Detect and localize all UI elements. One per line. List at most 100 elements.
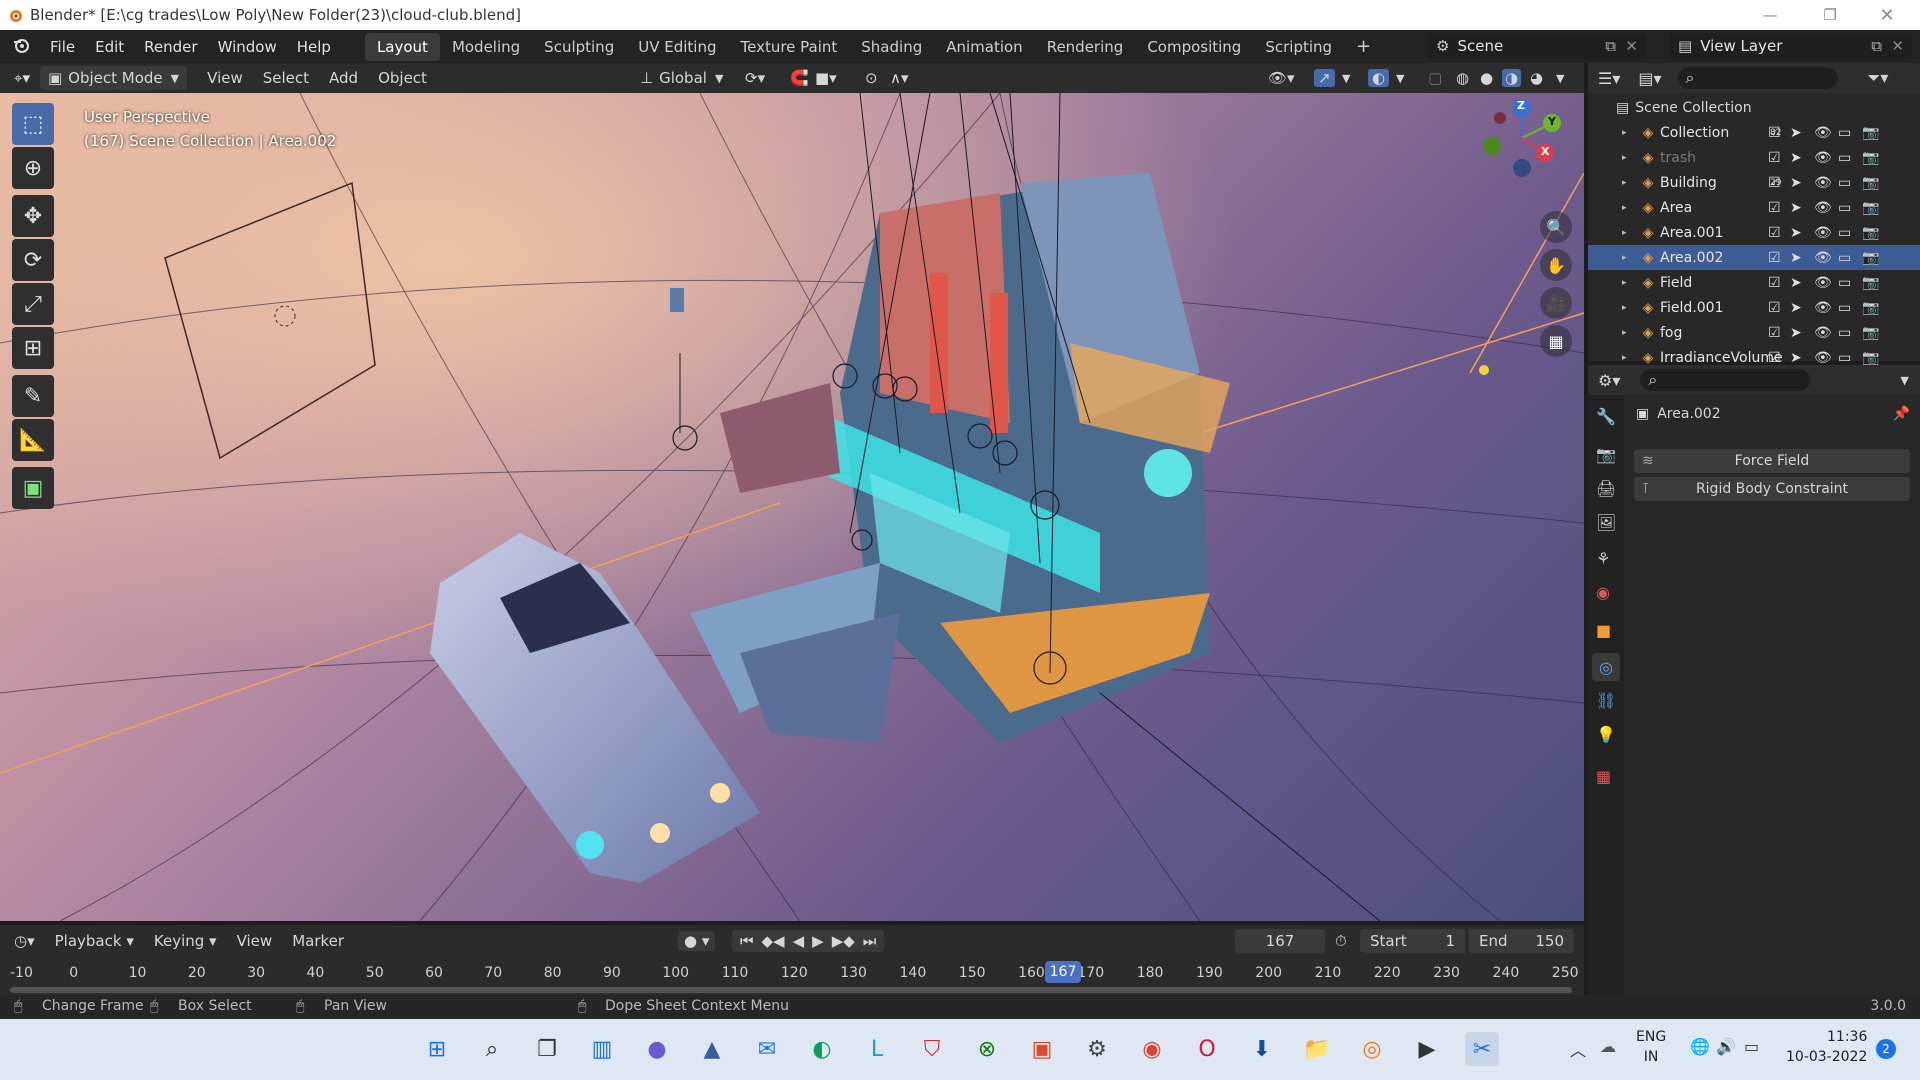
viewport-menu-view[interactable]: View — [197, 69, 253, 87]
record-button[interactable]: ● ▾ — [678, 931, 716, 951]
pan-view-button[interactable]: ✋ — [1540, 249, 1572, 281]
monitor-icon[interactable]: ▭ — [1838, 325, 1851, 341]
search-button[interactable]: ⌕ — [475, 1032, 509, 1066]
exclude-checkbox[interactable]: ☑ — [1768, 350, 1781, 366]
current-frame-field[interactable]: 167 — [1235, 929, 1325, 953]
download-app-button[interactable]: ⬇ — [1245, 1032, 1279, 1066]
chevron-down-icon[interactable]: ▼ — [1556, 72, 1564, 85]
outliner-item[interactable]: ▸ ◈ Field ☑ ➤ 👁 ▭ 📷 — [1588, 270, 1920, 295]
camera-icon[interactable]: 📷 — [1862, 225, 1879, 241]
rotate-tool[interactable]: ⟳ — [12, 239, 54, 281]
select-arrow-icon[interactable]: ➤ — [1790, 350, 1802, 366]
menu-file[interactable]: File — [40, 38, 85, 56]
eye-icon[interactable]: 👁 — [1814, 300, 1832, 316]
expand-arrow-icon[interactable]: ▸ — [1622, 328, 1636, 338]
blender-menu-icon[interactable] — [0, 36, 40, 58]
end-frame-field[interactable]: End 150 — [1469, 929, 1574, 953]
camera-icon[interactable]: 📷 — [1862, 325, 1879, 341]
battery-icon[interactable]: ▭ — [1744, 1037, 1759, 1056]
media-player-button[interactable]: ▶ — [1410, 1032, 1444, 1066]
monitor-icon[interactable]: ▭ — [1838, 250, 1851, 266]
shading-rendered-icon[interactable]: ◕ — [1530, 69, 1543, 87]
tray-chevron-icon[interactable]: ︿ — [1570, 1037, 1586, 1061]
expand-arrow-icon[interactable]: ▸ — [1622, 253, 1636, 263]
exclude-checkbox[interactable]: ☑ — [1768, 200, 1781, 216]
jump-keyframe-forward-icon[interactable]: ▶◆ — [832, 932, 855, 950]
physics-tab-icon[interactable]: ◎ — [1592, 653, 1620, 681]
timeline-menu-marker[interactable]: Marker — [282, 932, 354, 950]
opera-button[interactable]: O — [1190, 1032, 1224, 1066]
mcafee-button[interactable]: ⛉ — [915, 1032, 949, 1066]
outliner-item[interactable]: ▸ ◈ Area.001 ☑ ➤ 👁 ▭ 📷 — [1588, 220, 1920, 245]
viewport-menu-add[interactable]: Add — [319, 69, 368, 87]
camera-icon[interactable]: 📷 — [1862, 350, 1879, 366]
chevron-down-icon[interactable]: ▼ — [1342, 72, 1350, 85]
texture-tab-icon[interactable]: ▦ — [1596, 767, 1611, 786]
tab-modeling[interactable]: Modeling — [440, 33, 532, 61]
camera-icon[interactable]: 📷 — [1862, 300, 1879, 316]
playhead-marker[interactable]: 167 — [1045, 961, 1081, 983]
timeline-menu-keying[interactable]: Keying ▾ — [144, 932, 227, 950]
tab-compositing[interactable]: Compositing — [1135, 33, 1253, 61]
maximize-button[interactable]: ❐ — [1805, 0, 1855, 30]
expand-arrow-icon[interactable]: ▸ — [1622, 278, 1636, 288]
clock[interactable]: 11:36 10-03-2022 — [1786, 1027, 1867, 1067]
photos-button[interactable]: ▲ — [695, 1032, 729, 1066]
eye-icon[interactable]: 👁 — [1814, 200, 1832, 216]
teams-button[interactable]: ● — [640, 1032, 674, 1066]
new-view-layer-icon[interactable]: ⧉ — [1871, 37, 1882, 55]
shading-solid-icon[interactable]: ● — [1480, 69, 1493, 87]
jump-keyframe-back-icon[interactable]: ◆◀ — [762, 932, 785, 950]
task-view-button[interactable]: ❐ — [530, 1032, 564, 1066]
new-scene-icon[interactable]: ⧉ — [1605, 37, 1616, 55]
zoom-view-button[interactable]: 🔍 — [1540, 211, 1572, 243]
outliner-item[interactable]: ▸ ◈ Field.001 ☑ ➤ 👁 ▭ 📷 — [1588, 295, 1920, 320]
timeline-menu-view[interactable]: View — [227, 932, 283, 950]
timeline-menu-playback[interactable]: Playback ▾ — [45, 932, 144, 950]
cursor-tool[interactable]: ⊕ — [12, 147, 54, 189]
menu-edit[interactable]: Edit — [85, 38, 134, 56]
camera-icon[interactable]: 📷 — [1862, 200, 1879, 216]
settings-button[interactable]: ⚙ — [1080, 1032, 1114, 1066]
ortho-toggle-button[interactable]: ▦ — [1540, 325, 1572, 357]
select-arrow-icon[interactable]: ➤ — [1790, 125, 1802, 141]
timeline-ruler[interactable]: -10 0 10 20 30 40 50 60 70 80 90 100 110 120 130 140 150… — [0, 963, 1584, 985]
tab-animation[interactable]: Animation — [934, 33, 1034, 61]
widgets-button[interactable]: ▥ — [585, 1032, 619, 1066]
exclude-checkbox[interactable]: ☑ — [1768, 225, 1781, 241]
outliner-root[interactable]: ▤ Scene Collection — [1588, 95, 1920, 120]
render-tab-icon[interactable]: 📷 — [1596, 445, 1616, 464]
play-icon[interactable]: ▶ — [812, 932, 824, 950]
shading-material-icon[interactable]: ◑ — [1502, 69, 1522, 87]
snap-target-icon[interactable]: ■▾ — [815, 69, 837, 87]
viewport-menu-object[interactable]: Object — [368, 69, 437, 87]
mail-button[interactable]: ✉ — [750, 1032, 784, 1066]
shading-wireframe-icon[interactable]: ◍ — [1456, 69, 1469, 87]
output-tab-icon[interactable]: 🖨 — [1596, 479, 1616, 498]
language-indicator[interactable]: ENG IN — [1636, 1027, 1666, 1067]
tab-scripting[interactable]: Scripting — [1253, 33, 1344, 61]
eye-icon[interactable]: 👁 — [1814, 275, 1832, 291]
outliner-item[interactable]: ▸ ◈ Collection 82 ☑ ➤ 👁 ▭ 📷 — [1588, 120, 1920, 145]
xbox-button[interactable]: ⊗ — [970, 1032, 1004, 1066]
xray-icon[interactable]: ▢ — [1428, 69, 1442, 87]
eye-icon[interactable]: 👁 — [1814, 350, 1832, 366]
orientation-dropdown[interactable]: ⊥ Global ▼ — [640, 69, 723, 87]
monitor-icon[interactable]: ▭ — [1838, 275, 1851, 291]
rigid-body-constraint-button[interactable]: ⊺ Rigid Body Constraint — [1634, 477, 1910, 501]
outliner-editor-icon[interactable]: ☰▾ — [1588, 69, 1630, 88]
move-tool[interactable]: ✥ — [12, 195, 54, 237]
select-arrow-icon[interactable]: ➤ — [1790, 275, 1802, 291]
monitor-icon[interactable]: ▭ — [1838, 200, 1851, 216]
force-field-button[interactable]: ≋ Force Field — [1634, 449, 1910, 473]
constraints-tab-icon[interactable]: ⛓ — [1596, 691, 1616, 710]
blender-taskbar-button[interactable]: ◎ — [1355, 1032, 1389, 1066]
expand-arrow-icon[interactable]: ▸ — [1622, 303, 1636, 313]
pivot-icon[interactable]: ⟳▾ — [745, 69, 765, 87]
camera-icon[interactable]: 📷 — [1862, 150, 1879, 166]
tab-texture-paint[interactable]: Texture Paint — [728, 33, 849, 61]
minimize-button[interactable]: — — [1745, 0, 1795, 30]
eye-icon[interactable]: 👁 — [1814, 325, 1832, 341]
onedrive-icon[interactable]: ☁ — [1600, 1037, 1616, 1056]
expand-arrow-icon[interactable]: ▸ — [1622, 353, 1636, 363]
